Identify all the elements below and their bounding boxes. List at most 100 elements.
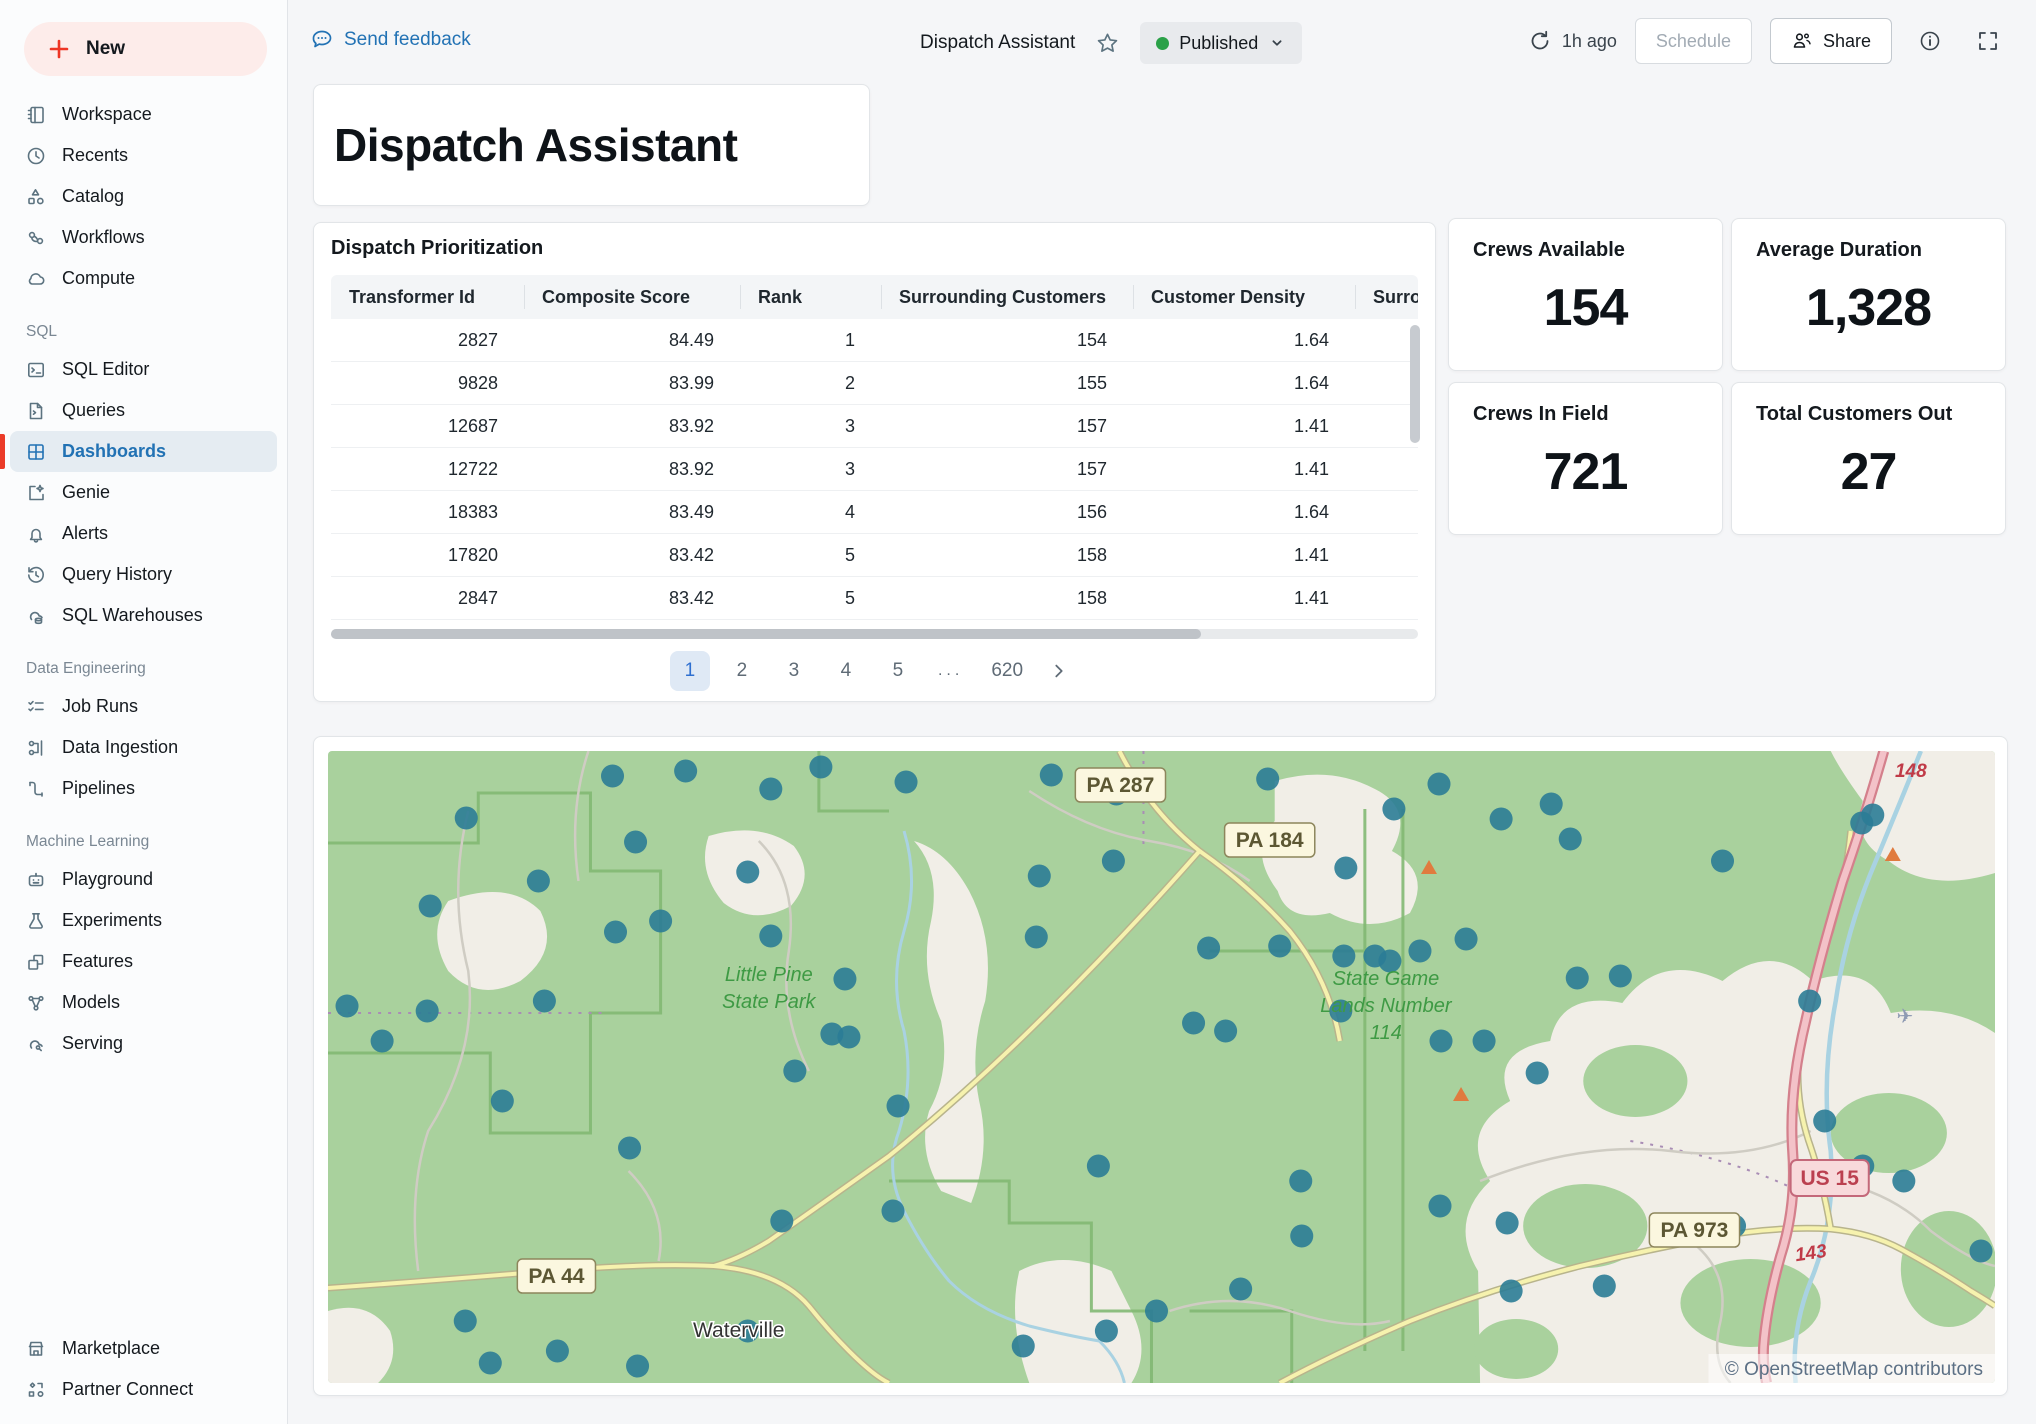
dispatch-point[interactable] — [1710, 849, 1735, 873]
sidebar-item-partner-connect[interactable]: Partner Connect — [10, 1369, 277, 1410]
dispatch-point[interactable] — [1182, 1011, 1206, 1035]
dispatch-point[interactable] — [1011, 1334, 1035, 1358]
sidebar-item-pipelines[interactable]: Pipelines — [10, 768, 277, 809]
dispatch-point[interactable] — [454, 806, 478, 830]
dispatch-point[interactable] — [415, 999, 439, 1023]
next-page-button[interactable] — [1039, 651, 1079, 691]
sidebar-item-dashboards[interactable]: Dashboards — [0, 431, 277, 472]
share-button[interactable]: Share — [1769, 18, 1892, 64]
dispatch-point[interactable] — [770, 1209, 794, 1233]
dispatch-point[interactable] — [1558, 827, 1582, 851]
dispatch-point[interactable] — [1798, 989, 1822, 1013]
page-button-4[interactable]: 4 — [826, 651, 866, 691]
dispatch-point[interactable] — [490, 1089, 514, 1113]
schedule-button[interactable]: Schedule — [1634, 18, 1752, 64]
dispatch-point[interactable] — [1408, 939, 1432, 963]
dispatch-point[interactable] — [783, 1059, 807, 1083]
dispatch-point[interactable] — [1229, 1277, 1253, 1301]
dispatch-point[interactable] — [478, 1351, 502, 1375]
table-vertical-scrollbar[interactable] — [1408, 321, 1420, 621]
sidebar-item-query-history[interactable]: Query History — [10, 554, 277, 595]
dispatch-point[interactable] — [1197, 936, 1221, 960]
sidebar-item-features[interactable]: Features — [10, 941, 277, 982]
col-transformer-id[interactable]: Transformer Id — [331, 275, 524, 319]
dispatch-point[interactable] — [1539, 792, 1563, 816]
dispatch-point[interactable] — [624, 830, 648, 854]
sidebar-item-compute[interactable]: Compute — [10, 258, 277, 299]
dispatch-point[interactable] — [1454, 927, 1478, 951]
col-truncated[interactable]: Surro — [1355, 275, 1418, 319]
dispatch-point[interactable] — [453, 1309, 477, 1333]
col-rank[interactable]: Rank — [740, 275, 881, 319]
send-feedback-link[interactable]: Send feedback — [310, 28, 471, 52]
dispatch-point[interactable] — [886, 1094, 910, 1118]
dispatch-point[interactable] — [335, 994, 359, 1018]
dispatch-point[interactable] — [1892, 1169, 1916, 1193]
dispatch-point[interactable] — [626, 1354, 650, 1378]
dispatch-map[interactable]: ✈ PA 287 PA 184 PA 44 PA 973 US 15 143 1… — [328, 751, 1995, 1383]
table-row[interactable]: 12687 83.92 3 157 1.41 — [331, 405, 1418, 448]
horizontal-scroll-thumb[interactable] — [331, 629, 1201, 639]
page-button-1[interactable]: 1 — [669, 651, 710, 691]
sidebar-item-genie[interactable]: Genie — [10, 472, 277, 513]
vertical-scroll-thumb[interactable] — [1410, 325, 1420, 443]
table-row[interactable]: 2847 83.42 5 158 1.41 — [331, 577, 1418, 620]
dispatch-point[interactable] — [1495, 1211, 1519, 1235]
dispatch-point[interactable] — [1268, 934, 1292, 958]
dispatch-point[interactable] — [1429, 1029, 1453, 1053]
page-button-620[interactable]: 620 — [983, 651, 1031, 691]
dispatch-point[interactable] — [1290, 1224, 1314, 1248]
col-surrounding-customers[interactable]: Surrounding Customers — [881, 275, 1133, 319]
dispatch-point[interactable] — [1499, 1279, 1523, 1303]
dispatch-point[interactable] — [1969, 1239, 1993, 1263]
dispatch-point[interactable] — [1027, 864, 1051, 888]
dispatch-point[interactable] — [1565, 966, 1589, 990]
dispatch-point[interactable] — [545, 1339, 569, 1363]
dispatch-point[interactable] — [1214, 1019, 1238, 1043]
sidebar-item-workspace[interactable]: Workspace — [10, 94, 277, 135]
dispatch-point[interactable] — [674, 759, 698, 783]
dispatch-point[interactable] — [418, 894, 442, 918]
info-button[interactable] — [1910, 21, 1950, 61]
dispatch-point[interactable] — [532, 989, 556, 1013]
sidebar-item-sql-editor[interactable]: SQL Editor — [10, 349, 277, 390]
dispatch-point[interactable] — [1256, 767, 1280, 791]
dispatch-point[interactable] — [894, 770, 918, 794]
dispatch-point[interactable] — [526, 869, 550, 893]
refresh-button[interactable]: 1h ago — [1528, 29, 1617, 53]
new-button[interactable]: New — [24, 22, 267, 76]
dispatch-point[interactable] — [1101, 849, 1125, 873]
table-row[interactable]: 9828 83.99 2 155 1.64 — [331, 362, 1418, 405]
dispatch-point[interactable] — [1525, 1061, 1549, 1085]
dispatch-point[interactable] — [1289, 1169, 1313, 1193]
table-row[interactable]: 2827 84.49 1 154 1.64 — [331, 319, 1418, 362]
sidebar-item-queries[interactable]: Queries — [10, 390, 277, 431]
dispatch-point[interactable] — [603, 920, 628, 944]
fullscreen-button[interactable] — [1968, 21, 2008, 61]
page-button-5[interactable]: 5 — [878, 651, 918, 691]
dispatch-point[interactable] — [736, 860, 760, 884]
dispatch-point[interactable] — [649, 909, 673, 933]
sidebar-item-serving[interactable]: Serving — [10, 1023, 277, 1064]
dispatch-point[interactable] — [1608, 964, 1632, 988]
dispatch-point[interactable] — [1489, 807, 1513, 831]
dispatch-point[interactable] — [600, 764, 625, 788]
sidebar-item-experiments[interactable]: Experiments — [10, 900, 277, 941]
dispatch-point[interactable] — [1592, 1274, 1616, 1298]
sidebar-item-data-ingestion[interactable]: Data Ingestion — [10, 727, 277, 768]
dispatch-point[interactable] — [1334, 856, 1358, 880]
dispatch-point[interactable] — [1428, 1194, 1452, 1218]
page-button-2[interactable]: 2 — [722, 651, 762, 691]
dispatch-point[interactable] — [1472, 1029, 1496, 1053]
sidebar-item-sql-warehouses[interactable]: SQL Warehouses — [10, 595, 277, 636]
table-row[interactable]: 17820 83.42 5 158 1.41 — [331, 534, 1418, 577]
sidebar-item-catalog[interactable]: Catalog — [10, 176, 277, 217]
dispatch-point[interactable] — [1332, 944, 1356, 968]
dispatch-point[interactable] — [759, 777, 783, 801]
dispatch-point[interactable] — [837, 1025, 861, 1049]
dispatch-point[interactable] — [370, 1029, 394, 1053]
table-horizontal-scrollbar[interactable] — [331, 629, 1418, 639]
dispatch-point[interactable] — [1813, 1109, 1837, 1133]
dispatch-point[interactable] — [1427, 772, 1451, 796]
sidebar-item-models[interactable]: Models — [10, 982, 277, 1023]
